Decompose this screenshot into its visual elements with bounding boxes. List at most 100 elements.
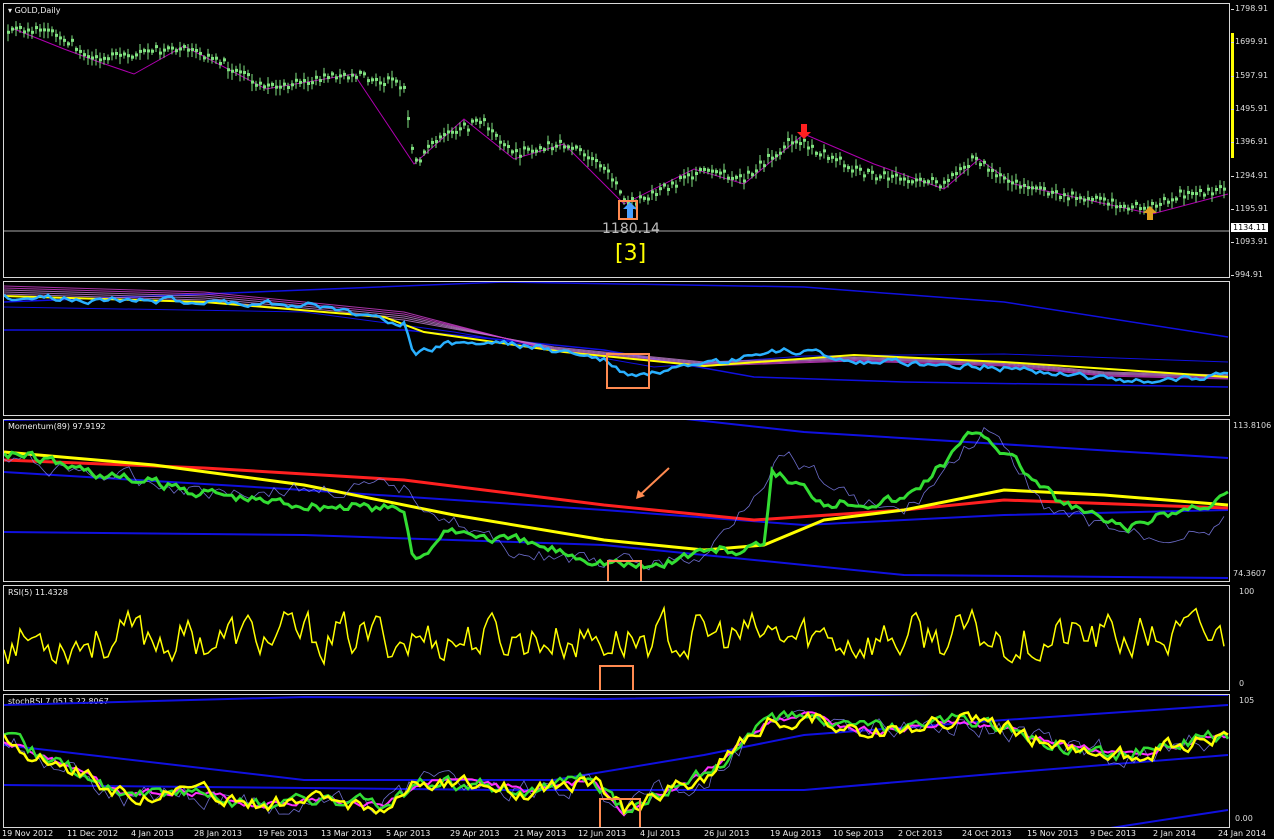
price-candle-body <box>243 71 246 75</box>
price-candle-body <box>255 83 258 87</box>
stoch-lower-band <box>1110 809 1229 827</box>
price-axis-tick <box>1231 9 1234 10</box>
date-tick-label: 26 Jul 2013 <box>704 829 750 838</box>
price-candle-body <box>187 48 190 52</box>
price-candle-body <box>991 168 994 172</box>
price-candle-body <box>371 78 374 82</box>
price-candle-body <box>439 135 442 139</box>
price-candle-body <box>563 145 566 149</box>
price-axis-tick <box>1231 175 1234 177</box>
price-axis-label: 1495.91 <box>1235 104 1269 114</box>
price-candle-body <box>199 51 202 55</box>
price-candle-body <box>451 130 454 134</box>
price-candle-body <box>707 168 710 172</box>
price-candle-body <box>47 28 50 32</box>
price-candle-body <box>227 68 230 72</box>
price-candle-body <box>859 167 862 171</box>
price-candle-body <box>907 180 910 184</box>
price-candle-body <box>471 119 474 123</box>
price-candle-body <box>395 79 398 83</box>
price-candle-body <box>1087 197 1090 201</box>
price-candle-body <box>943 180 946 184</box>
rsi-pane[interactable]: RSI(5) 11.4328 <box>3 585 1230 691</box>
price-candle-body <box>567 145 570 149</box>
price-candle-body <box>1019 185 1022 189</box>
moving-average-pane[interactable] <box>3 281 1230 416</box>
price-candle-body <box>559 139 562 143</box>
price-candle-body <box>1023 183 1026 187</box>
price-candle-body <box>419 159 422 163</box>
date-tick-label: 9 Dec 2013 <box>1090 829 1137 838</box>
price-candle-body <box>643 196 646 200</box>
price-candle-body <box>955 172 958 176</box>
price-axis-tick <box>1231 41 1234 43</box>
price-candle-body <box>303 79 306 83</box>
price-candle-body <box>603 166 606 170</box>
price-candle-body <box>1083 198 1086 202</box>
price-candle-body <box>95 55 98 59</box>
stochrsi-axis-top: 105 <box>1239 696 1255 705</box>
rsi-axis-bottom: 0 <box>1239 679 1245 688</box>
price-candle-body <box>1203 193 1206 197</box>
date-tick-label: 4 Jul 2013 <box>640 829 681 838</box>
price-candle-body <box>107 57 110 61</box>
price-candle-body <box>75 47 78 51</box>
price-candle-body <box>11 27 14 31</box>
price-candle-body <box>415 158 418 162</box>
price-candle-body <box>879 175 882 179</box>
price-candle-body <box>695 172 698 176</box>
price-candle-body <box>1215 188 1218 192</box>
price-candle-body <box>1067 197 1070 201</box>
price-candle-body <box>571 146 574 150</box>
price-candle-body <box>1143 206 1146 210</box>
price-candle-body <box>427 144 430 148</box>
price-candle-body <box>1051 190 1054 194</box>
ma-upper-band <box>4 282 1229 338</box>
date-tick-label: 12 Jun 2013 <box>578 829 627 838</box>
price-candle-body <box>135 53 138 57</box>
momentum-pane[interactable]: Momentum(89) 97.9192 <box>3 419 1230 582</box>
momentum-chart <box>4 420 1229 581</box>
date-tick-label: 24 Jan 2014 <box>1218 829 1266 838</box>
price-candle-body <box>315 75 318 79</box>
rsi-chart <box>4 605 1225 690</box>
price-candle-body <box>115 52 118 56</box>
price-axis-tick <box>1231 208 1234 210</box>
highlight-box <box>599 665 634 690</box>
price-candle-body <box>147 49 150 53</box>
price-candle-body <box>155 45 158 49</box>
price-axis-label: 1597.91 <box>1235 70 1269 80</box>
sell-arrow-icon <box>797 124 811 139</box>
price-candle-body <box>459 127 462 131</box>
price-pane[interactable]: ▾ GOLD,Daily 1180.14 [3] <box>3 3 1230 278</box>
price-candle-body <box>307 81 310 85</box>
price-candle-body <box>899 177 902 181</box>
price-candle-body <box>39 28 42 32</box>
stoch-mid-band <box>4 754 1229 791</box>
price-candle-body <box>87 55 90 59</box>
date-tick-label: 5 Apr 2013 <box>386 829 431 838</box>
price-candle-body <box>1027 186 1030 190</box>
price-candle-body <box>607 169 610 173</box>
price-candle-body <box>403 85 406 89</box>
price-candle-body <box>479 120 482 124</box>
price-candle-body <box>215 56 218 60</box>
price-candle-body <box>999 173 1002 177</box>
price-candle-body <box>1199 189 1202 193</box>
price-axis-tick <box>1231 242 1234 244</box>
date-tick-label: 29 Apr 2013 <box>450 829 500 838</box>
price-candle-body <box>67 42 70 46</box>
price-candle-body <box>1047 192 1050 196</box>
price-candle-body <box>775 154 778 158</box>
momentum-axis-bottom: 74.3607 <box>1233 569 1267 578</box>
price-candle-body <box>259 81 262 85</box>
price-candle-body <box>931 177 934 181</box>
price-candle-body <box>843 164 846 168</box>
price-candle-body <box>1115 205 1118 209</box>
price-candle-body <box>799 142 802 146</box>
stochrsi-pane[interactable]: stochRSI 7.0513 22.8067 <box>3 694 1230 828</box>
price-candle-body <box>875 177 878 181</box>
price-candle-body <box>463 122 466 126</box>
price-axis-label: 1396.91 <box>1235 137 1269 146</box>
price-candle-body <box>123 52 126 56</box>
